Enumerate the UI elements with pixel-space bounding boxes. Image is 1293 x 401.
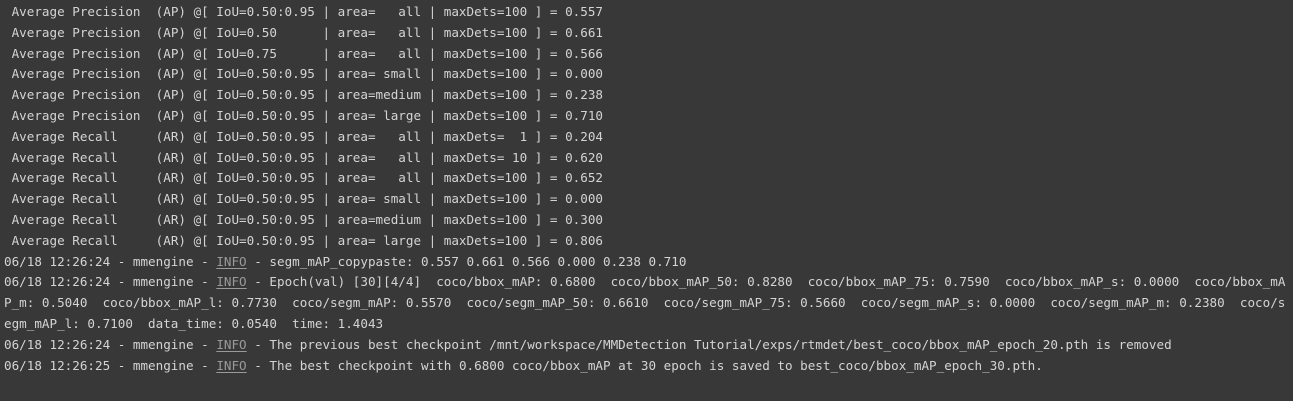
metric-line: Average Precision (AP) @[ IoU=0.50:0.95 … xyxy=(4,66,603,82)
log-line: 06/18 12:26:25 - mmengine - INFO - The b… xyxy=(4,356,1290,377)
metric-line: Average Precision (AP) @[ IoU=0.50:0.95 … xyxy=(4,87,603,103)
log-message: - The previous best checkpoint /mnt/work… xyxy=(246,336,1172,352)
metric-line: Average Recall (AR) @[ IoU=0.50:0.95 | a… xyxy=(4,191,603,207)
log-message: - The best checkpoint with 0.6800 coco/b… xyxy=(246,357,1043,373)
log-prefix: 06/18 12:26:24 - mmengine - xyxy=(4,274,217,290)
metric-line: Average Recall (AR) @[ IoU=0.50:0.95 | a… xyxy=(4,170,603,186)
log-level-link[interactable]: INFO xyxy=(216,358,246,373)
log-prefix: 06/18 12:26:24 - mmengine - xyxy=(4,253,217,269)
metric-line: Average Recall (AR) @[ IoU=0.50:0.95 | a… xyxy=(4,149,603,165)
log-level-link[interactable]: INFO xyxy=(216,254,246,269)
log-prefix: 06/18 12:26:25 - mmengine - xyxy=(4,357,217,373)
metric-line: Average Recall (AR) @[ IoU=0.50:0.95 | a… xyxy=(4,128,603,144)
metric-line: Average Precision (AP) @[ IoU=0.75 | are… xyxy=(4,45,603,61)
log-level-link[interactable]: INFO xyxy=(216,337,246,352)
log-prefix: 06/18 12:26:24 - mmengine - xyxy=(4,336,217,352)
metric-line: Average Recall (AR) @[ IoU=0.50:0.95 | a… xyxy=(4,211,603,227)
log-line: 06/18 12:26:24 - mmengine - INFO - segm_… xyxy=(4,252,1290,273)
log-message: - segm_mAP_copypaste: 0.557 0.661 0.566 … xyxy=(246,253,687,269)
log-line: 06/18 12:26:24 - mmengine - INFO - Epoch… xyxy=(4,272,1290,334)
metric-line: Average Precision (AP) @[ IoU=0.50:0.95 … xyxy=(4,107,603,123)
metric-line: Average Recall (AR) @[ IoU=0.50:0.95 | a… xyxy=(4,232,603,248)
metric-line: Average Precision (AP) @[ IoU=0.50 | are… xyxy=(4,24,603,40)
metric-line: Average Precision (AP) @[ IoU=0.50:0.95 … xyxy=(4,4,603,19)
log-line: 06/18 12:26:24 - mmengine - INFO - The p… xyxy=(4,335,1290,356)
log-level-link[interactable]: INFO xyxy=(216,274,246,289)
console-output: Average Precision (AP) @[ IoU=0.50:0.95 … xyxy=(4,2,1290,376)
